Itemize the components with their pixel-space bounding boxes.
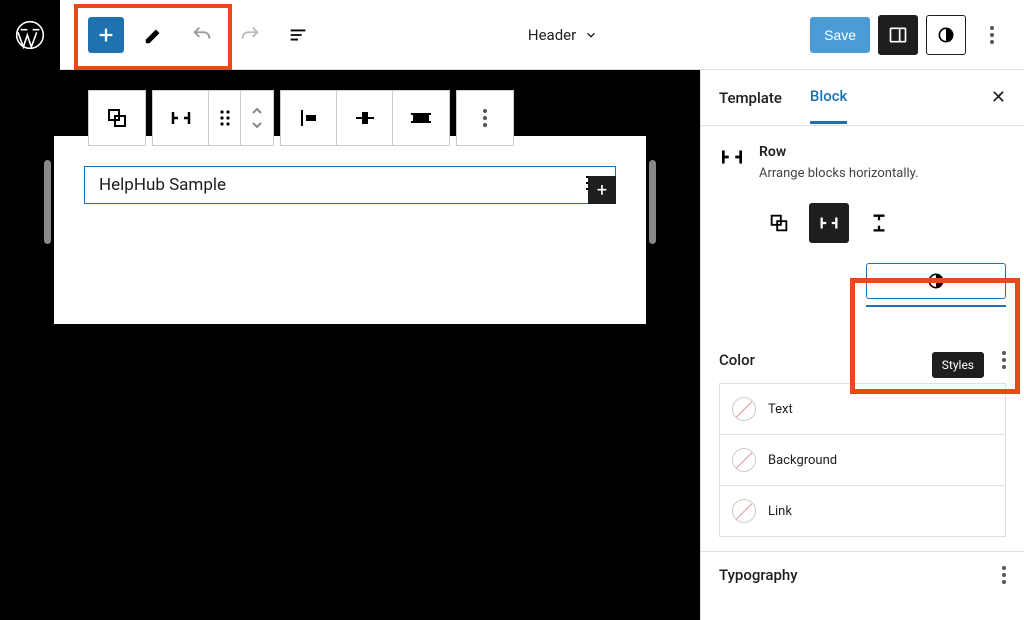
scroll-handle-left[interactable] bbox=[44, 160, 51, 244]
color-panel-options[interactable] bbox=[1002, 351, 1006, 369]
align-button[interactable] bbox=[337, 91, 393, 145]
close-sidebar-button[interactable]: ✕ bbox=[991, 87, 1006, 108]
main-area: HelpHub Sample + Template Block ✕ Row Ar… bbox=[0, 70, 1024, 620]
color-link-label: Link bbox=[768, 504, 792, 519]
row-icon bbox=[719, 144, 745, 170]
settings-sidebar-toggle[interactable] bbox=[878, 15, 918, 55]
swatch-empty-icon bbox=[732, 499, 756, 523]
typography-panel-label: Typography bbox=[719, 566, 798, 584]
append-block-button[interactable]: + bbox=[588, 176, 616, 204]
block-info: Row Arrange blocks horizontally. bbox=[701, 126, 1024, 199]
variation-row[interactable] bbox=[809, 203, 849, 243]
header-template-area: HelpHub Sample + bbox=[54, 136, 646, 324]
color-list: Text Background Link bbox=[701, 383, 1024, 551]
justify-button[interactable] bbox=[281, 91, 337, 145]
sidebar-tabs: Template Block ✕ bbox=[701, 70, 1024, 126]
block-variation-row bbox=[701, 199, 1024, 253]
color-link-row[interactable]: Link bbox=[719, 486, 1006, 537]
styles-tooltip: Styles bbox=[932, 352, 984, 378]
variation-group[interactable] bbox=[759, 203, 799, 243]
settings-styles-row bbox=[701, 253, 1024, 337]
editor-canvas[interactable]: HelpHub Sample + bbox=[0, 70, 700, 620]
color-background-label: Background bbox=[768, 453, 837, 468]
block-type-button[interactable] bbox=[89, 91, 145, 145]
tab-template[interactable]: Template bbox=[719, 73, 782, 123]
toolbar-left-group bbox=[60, 17, 316, 53]
toolbar-right-group: Save bbox=[810, 15, 1024, 55]
typography-panel-options[interactable] bbox=[1002, 566, 1006, 584]
list-view-button[interactable] bbox=[280, 17, 316, 53]
color-text-label: Text bbox=[768, 402, 793, 417]
variation-stack[interactable] bbox=[859, 203, 899, 243]
color-text-row[interactable]: Text bbox=[719, 383, 1006, 435]
color-panel-label: Color bbox=[719, 351, 755, 369]
undo-button[interactable] bbox=[184, 17, 220, 53]
block-more-options[interactable] bbox=[457, 91, 513, 145]
chevron-down-icon bbox=[584, 28, 598, 42]
row-block[interactable]: HelpHub Sample + bbox=[84, 166, 616, 204]
typography-panel-header[interactable]: Typography bbox=[701, 551, 1024, 598]
row-layout-button[interactable] bbox=[153, 91, 209, 145]
template-selector[interactable]: Header bbox=[316, 26, 810, 44]
settings-sidebar: Template Block ✕ Row Arrange blocks hori… bbox=[700, 70, 1024, 620]
scroll-handle-right[interactable] bbox=[649, 160, 656, 244]
site-title-text: HelpHub Sample bbox=[99, 175, 226, 195]
top-toolbar: Header Save bbox=[0, 0, 1024, 70]
block-title: Row bbox=[759, 144, 919, 160]
block-toolbar bbox=[88, 90, 514, 146]
swatch-empty-icon bbox=[732, 397, 756, 421]
styles-tab-indicator bbox=[866, 305, 1006, 307]
add-block-button[interactable] bbox=[88, 17, 124, 53]
edit-icon[interactable] bbox=[136, 17, 172, 53]
width-button[interactable] bbox=[393, 91, 449, 145]
template-selector-label: Header bbox=[528, 26, 576, 44]
block-description: Arrange blocks horizontally. bbox=[759, 166, 919, 181]
color-background-row[interactable]: Background bbox=[719, 435, 1006, 486]
redo-button[interactable] bbox=[232, 17, 268, 53]
tab-block[interactable]: Block bbox=[810, 71, 847, 124]
wordpress-logo[interactable] bbox=[0, 0, 60, 70]
save-button[interactable]: Save bbox=[810, 17, 870, 53]
drag-handle[interactable] bbox=[209, 91, 241, 145]
options-menu[interactable] bbox=[974, 17, 1010, 53]
styles-sidebar-toggle[interactable] bbox=[926, 15, 966, 55]
swatch-empty-icon bbox=[732, 448, 756, 472]
move-buttons[interactable] bbox=[241, 91, 273, 145]
styles-tab-button[interactable] bbox=[866, 263, 1006, 299]
